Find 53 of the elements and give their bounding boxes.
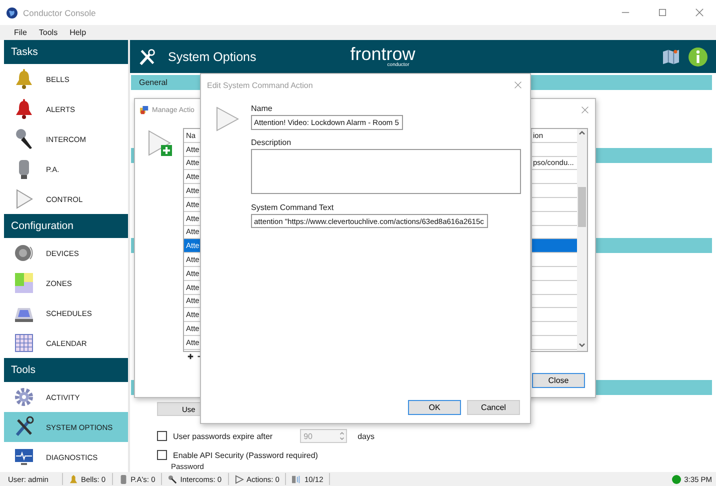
unit-label: days (358, 432, 374, 440)
status-dot-icon (672, 474, 682, 484)
dialog-title: Edit System Command Action (207, 80, 313, 90)
close-icon[interactable] (695, 8, 704, 17)
zones-icon (14, 272, 34, 294)
speaker-icon (118, 474, 128, 484)
checkbox-label: Enable API Security (Password required) (173, 450, 318, 460)
section-header: Configuration (4, 214, 128, 238)
close-button[interactable]: Close (532, 373, 585, 388)
tools-icon (138, 48, 156, 66)
window-title: Conductor Console (23, 8, 96, 18)
monitor-icon (14, 446, 34, 468)
menu-item[interactable]: Tools (38, 28, 58, 37)
cancel-button[interactable]: Cancel (467, 400, 520, 415)
bell-icon (14, 68, 34, 90)
close-icon[interactable] (514, 81, 522, 89)
add-action-icon[interactable] (148, 130, 174, 158)
field-label: Name (251, 104, 274, 115)
calendar-icon (14, 332, 34, 354)
speaker-icon (14, 242, 34, 264)
section-header: Tasks (4, 40, 128, 64)
bell-icon (14, 98, 34, 120)
page-title: System Options (168, 50, 256, 64)
ok-button[interactable]: OK (408, 400, 461, 415)
tools-icon (14, 416, 34, 438)
scroll-up-icon[interactable] (577, 129, 587, 137)
microphone-icon (14, 128, 34, 150)
field-label: System Command Text (251, 203, 335, 214)
microphone-icon (168, 474, 178, 484)
checkbox[interactable] (157, 450, 167, 460)
field-label: Description (251, 138, 292, 149)
scroll-thumb[interactable] (578, 187, 586, 227)
description-field[interactable] (251, 149, 521, 194)
section-header: Tools (4, 358, 128, 382)
map-icon[interactable] (662, 48, 680, 64)
close-icon[interactable] (581, 106, 589, 114)
gear-icon (14, 386, 34, 408)
maximize-icon[interactable] (658, 8, 667, 17)
menu-item[interactable]: Help (70, 28, 86, 37)
add-icon[interactable] (187, 353, 194, 360)
checkbox[interactable] (157, 431, 167, 441)
checkbox-label: User passwords expire after (173, 432, 273, 440)
window-icon (140, 106, 149, 114)
info-icon[interactable] (688, 46, 708, 66)
menu-item[interactable]: File (14, 28, 27, 37)
globe-icon (6, 6, 18, 18)
play-icon (216, 106, 239, 132)
device-icon (292, 474, 302, 484)
scrollbar[interactable] (577, 129, 587, 351)
play-icon (234, 474, 244, 484)
bell-icon (69, 474, 78, 484)
play-icon (14, 188, 34, 210)
scroll-down-icon[interactable] (577, 341, 587, 349)
